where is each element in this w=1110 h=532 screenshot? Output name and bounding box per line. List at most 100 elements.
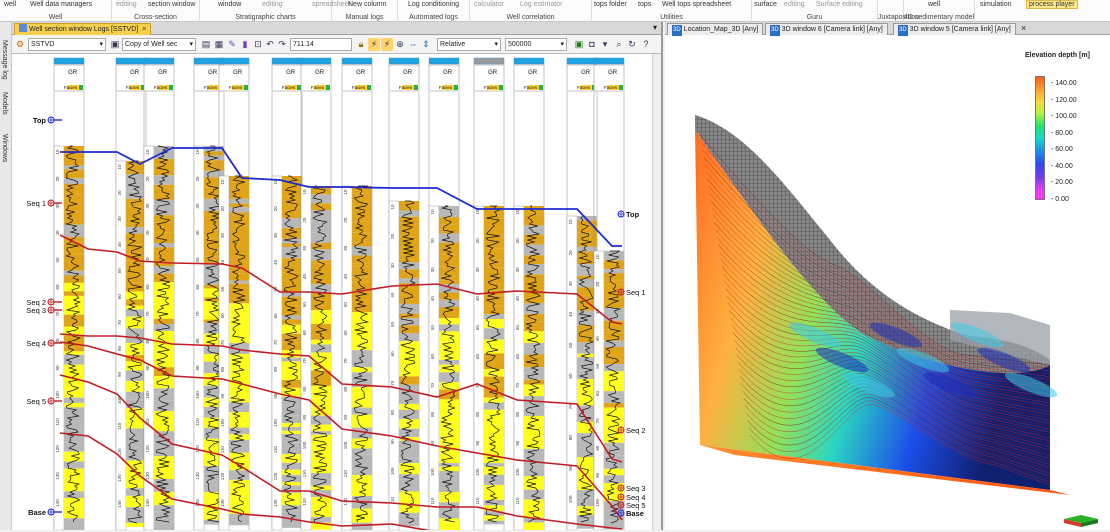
well-header[interactable] (218, 57, 250, 65)
facies-interval (229, 280, 249, 284)
facies-interval (399, 409, 419, 420)
ruler-icon[interactable]: ⇔ (407, 38, 419, 51)
depth-tick-label: 70 (595, 418, 600, 424)
well-header[interactable] (473, 57, 505, 65)
zoom-icon[interactable]: ⊡ (252, 38, 264, 51)
depth-tick-label: 20 (430, 238, 435, 244)
well-header[interactable] (593, 57, 625, 65)
depth-tick-label: 10 (343, 189, 348, 195)
well-header[interactable] (300, 57, 332, 65)
depth-tick-label: 100 (343, 441, 348, 449)
ribbon-group: simulation process player 4D sedimentary m… (904, 0, 1078, 22)
view-icon[interactable]: ▣ (573, 38, 585, 51)
well-header[interactable] (566, 57, 598, 65)
log-name-label: GR (528, 70, 538, 76)
well-header[interactable] (115, 57, 147, 65)
camera-icon[interactable]: ◘ (586, 38, 598, 51)
plot-background (12, 54, 654, 530)
vertical-ruler-icon[interactable]: ⇕ (420, 38, 432, 51)
save-icon[interactable]: ▤ (200, 38, 212, 51)
depth-tick-label: 100 (145, 391, 150, 399)
depth-tick-label: 40 (195, 230, 200, 236)
horizon-label: Seq 1 (26, 199, 46, 208)
well-header[interactable] (428, 57, 460, 65)
ribbon-item[interactable]: editing (116, 1, 137, 8)
facies-interval (439, 351, 459, 357)
facies-interval (229, 412, 249, 424)
close-icon[interactable]: × (142, 26, 146, 33)
template-select[interactable]: Copy of Well sec ▾ (122, 38, 196, 51)
facies-interval (399, 269, 419, 279)
facies-interval (154, 521, 174, 530)
depth-tick-label: 90 (475, 440, 480, 446)
depth-tick-label: 110 (273, 446, 278, 454)
chevron-down-icon: ▾ (494, 41, 498, 48)
ribbon-item[interactable]: window (218, 1, 241, 8)
well-header[interactable] (143, 57, 175, 65)
refresh-icon[interactable]: ↻ (626, 38, 638, 51)
side-tab-models[interactable]: Models (1, 92, 8, 115)
tops-lightning-icon[interactable]: ⚡︎ (368, 38, 380, 51)
pen-icon[interactable]: ✎ (226, 38, 238, 51)
facies-interval (439, 299, 459, 307)
ribbon-item[interactable]: well (4, 1, 16, 8)
ribbon-item[interactable]: editing (262, 1, 283, 8)
facies-label: Facies (604, 85, 618, 90)
tab-3d-window[interactable]: 3D 3D window 6 [Camera link] [Any] (765, 23, 888, 36)
ribbon-item[interactable]: Well data managers (30, 1, 92, 8)
facies-interval (64, 275, 84, 283)
undo-icon[interactable]: ↶ (264, 38, 276, 51)
facies-swatch (499, 85, 503, 90)
well-header[interactable] (341, 57, 373, 65)
depth-tick-label: 140 (55, 499, 60, 507)
facies-interval (229, 198, 249, 204)
well-header[interactable] (271, 57, 303, 65)
scale-select[interactable]: 500000 ▾ (505, 38, 567, 51)
dropdown-icon[interactable]: ▾ (653, 23, 657, 32)
vertical-scrollbar[interactable] (652, 54, 661, 530)
ribbon-item[interactable]: process player (1026, 0, 1078, 9)
depth-tick-label: 60 (475, 354, 480, 360)
depth-tick-label: 40 (145, 230, 150, 236)
well-header[interactable] (388, 57, 420, 65)
ribbon-item[interactable]: simulation (980, 1, 1012, 8)
depth-tick-label: 60 (595, 391, 600, 397)
depth-tick-label: 60 (273, 313, 278, 319)
depth-tick-label: 70 (390, 380, 395, 386)
flatten-icon[interactable]: ▮ (239, 38, 251, 51)
side-tab-windows[interactable]: Windows (1, 134, 8, 162)
reference-mode-select[interactable]: Relative ▾ (437, 38, 501, 51)
tab-3d-window[interactable]: 3D 3D window 5 [Camera link] [Any] (893, 23, 1016, 36)
tab-3d-window[interactable]: 3D Location_Map_3D [Any] (667, 23, 764, 36)
facies-interval (64, 417, 84, 431)
layout-icon[interactable]: ▦ (213, 38, 225, 51)
copy-icon[interactable]: ▣ (109, 38, 121, 51)
redo-icon[interactable]: ↷ (276, 38, 288, 51)
lock-icon[interactable]: 🔒︎ (355, 38, 367, 51)
facies-swatch (454, 85, 458, 90)
side-tab-message-log[interactable]: Message log (1, 40, 8, 80)
depth-tick-label: 140 (145, 499, 150, 507)
log-name-label: GR (68, 70, 78, 76)
tab-well-section[interactable]: Well section window Logs [SSTVD] × (14, 23, 152, 35)
close-icon[interactable]: × (1021, 23, 1026, 33)
depth-tick-label: 50 (430, 325, 435, 331)
depth-tick-label: 80 (390, 410, 395, 416)
tab-title: Well section window Logs [SSTVD] (29, 26, 139, 33)
orientation-cube-icon[interactable] (1062, 514, 1100, 528)
measure-icon[interactable]: ⊕ (394, 38, 406, 51)
well-section-plot[interactable]: GR Facies 10 20 30 40 50 60 70 80 90 100 110 120 130 14… (12, 54, 654, 532)
depth-mode-select[interactable]: SSTVD ▾ (28, 38, 106, 51)
well-header[interactable] (513, 57, 545, 65)
more-icon[interactable]: ▾ (599, 38, 611, 51)
help-icon[interactable]: ? (640, 38, 652, 51)
ribbon-item[interactable]: section window (148, 1, 195, 8)
settings-icon[interactable]: ⚙ (14, 38, 26, 51)
depth-value-field[interactable]: 711.14 (290, 38, 352, 51)
facies-interval (439, 474, 459, 481)
well-header[interactable] (53, 57, 85, 65)
search-icon[interactable]: ⌕ (613, 38, 625, 51)
depth-tick-label: 20 (302, 217, 307, 223)
facies-interval (311, 260, 331, 264)
tops-edit-icon[interactable]: ⚡︎ (381, 38, 393, 51)
